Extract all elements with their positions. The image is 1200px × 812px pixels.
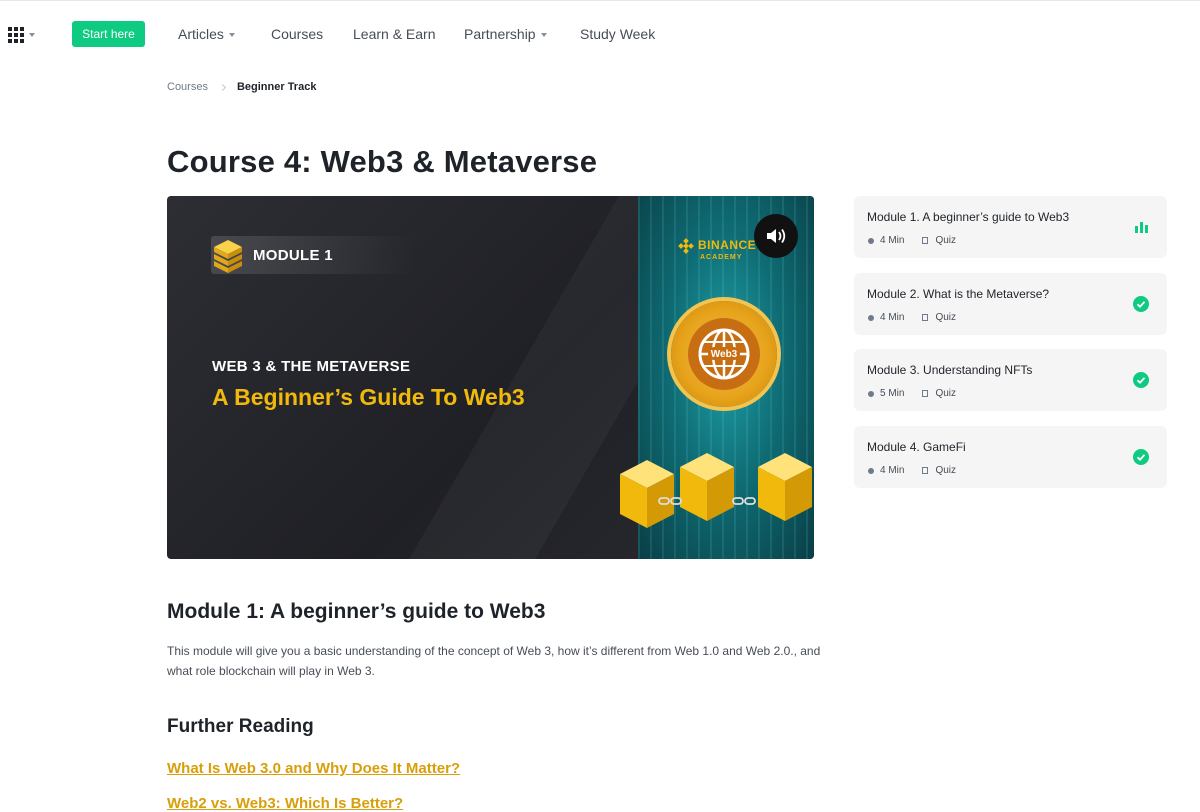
block-cube-icon	[758, 453, 812, 521]
chevron-down-icon	[228, 33, 235, 38]
clock-icon	[868, 467, 874, 474]
check-circle-icon	[1133, 372, 1149, 388]
chain-link-icon	[732, 497, 756, 505]
document-icon	[922, 314, 929, 321]
module-title: Module 4. GameFi	[867, 440, 966, 454]
module-card-2[interactable]: Module 2. What is the Metaverse? 4 Min Q…	[854, 273, 1167, 335]
module-title: Module 2. What is the Metaverse?	[867, 287, 1050, 301]
reading-link-web2-vs-web3[interactable]: Web2 vs. Web3: Which Is Better?	[167, 795, 403, 812]
breadcrumb-parent[interactable]: Courses	[167, 81, 208, 93]
clock-icon	[868, 314, 874, 321]
top-navbar: Start here Articles Courses Learn & Earn…	[0, 0, 1200, 70]
breadcrumb-current: Beginner Track	[236, 81, 317, 93]
nav-articles[interactable]: Articles	[178, 26, 235, 42]
module-meta: 5 Min Quiz	[868, 388, 956, 399]
clock-icon	[868, 390, 874, 397]
module-meta: 4 Min Quiz	[868, 235, 956, 246]
speaker-icon	[767, 228, 786, 244]
document-icon	[922, 390, 929, 397]
binance-logo-icon	[678, 238, 694, 254]
check-circle-icon	[1133, 449, 1149, 465]
module-card-3[interactable]: Module 3. Understanding NFTs 5 Min Quiz	[854, 349, 1167, 411]
nav-courses[interactable]: Courses	[271, 26, 323, 42]
module-meta: 4 Min Quiz	[868, 465, 956, 476]
video-headline: A Beginner’s Guide To Web3	[212, 384, 525, 410]
web3-coin-graphic: Web3	[671, 301, 777, 407]
further-reading-heading: Further Reading	[167, 716, 314, 737]
nav-partnership-label: Partnership	[464, 26, 536, 42]
chevron-down-icon	[540, 33, 547, 38]
module-title: Module 1. A beginner’s guide to Web3	[867, 210, 1070, 224]
module-title: Module 3. Understanding NFTs	[867, 363, 1033, 377]
video-player[interactable]: MODULE 1 WEB 3 & THE METAVERSE A Beginne…	[167, 196, 814, 559]
breadcrumb: Courses Beginner Track	[167, 81, 316, 93]
reading-link-web3[interactable]: What Is Web 3.0 and Why Does It Matter?	[167, 760, 460, 777]
module-card-1[interactable]: Module 1. A beginner’s guide to Web3 4 M…	[854, 196, 1167, 258]
stack-icon	[214, 240, 242, 273]
nav-learn-earn[interactable]: Learn & Earn	[353, 26, 436, 42]
block-cube-icon	[680, 453, 734, 521]
mute-toggle-button[interactable]	[754, 214, 798, 258]
chevron-down-icon	[29, 33, 35, 37]
module-card-4[interactable]: Module 4. GameFi 4 Min Quiz	[854, 426, 1167, 488]
module-duration: 4 Min	[880, 465, 905, 476]
document-icon	[922, 237, 929, 244]
chevron-right-icon	[218, 83, 227, 91]
nav-study-week[interactable]: Study Week	[580, 26, 655, 42]
video-module-label: MODULE 1	[253, 246, 333, 264]
document-icon	[922, 467, 929, 474]
video-subtitle: WEB 3 & THE METAVERSE	[212, 358, 411, 375]
brand-sub: ACADEMY	[700, 254, 743, 261]
apps-menu-button[interactable]	[8, 26, 40, 44]
check-circle-icon	[1133, 296, 1149, 312]
globe-icon: Web3	[698, 328, 750, 380]
nav-learn-earn-label: Learn & Earn	[353, 26, 436, 42]
chain-link-icon	[658, 497, 682, 505]
video-module-tag: MODULE 1	[211, 236, 416, 274]
module-description: This module will give you a basic unders…	[167, 644, 821, 678]
module-quiz: Quiz	[935, 312, 957, 323]
module-duration: 4 Min	[880, 235, 905, 246]
module-heading: Module 1: A beginner’s guide to Web3	[167, 600, 546, 623]
module-quiz: Quiz	[935, 235, 957, 246]
clock-icon	[868, 237, 874, 244]
start-here-button[interactable]: Start here	[72, 21, 145, 47]
page-title: Course 4: Web3 & Metaverse	[167, 144, 598, 179]
module-duration: 4 Min	[880, 312, 905, 323]
nav-study-week-label: Study Week	[580, 26, 656, 42]
apps-grid-icon	[8, 27, 24, 43]
binance-academy-logo: BINANCE ACADEMY	[678, 238, 756, 261]
coin-label: Web3	[711, 349, 738, 360]
in-progress-bars-icon	[1135, 222, 1148, 233]
module-quiz: Quiz	[935, 465, 957, 476]
nav-courses-label: Courses	[271, 26, 324, 42]
module-duration: 5 Min	[880, 388, 905, 399]
block-cube-icon	[620, 460, 674, 528]
module-meta: 4 Min Quiz	[868, 312, 956, 323]
nav-partnership[interactable]: Partnership	[464, 26, 547, 42]
brand-name: BINANCE	[698, 238, 757, 253]
nav-articles-label: Articles	[178, 26, 224, 42]
module-quiz: Quiz	[935, 388, 957, 399]
